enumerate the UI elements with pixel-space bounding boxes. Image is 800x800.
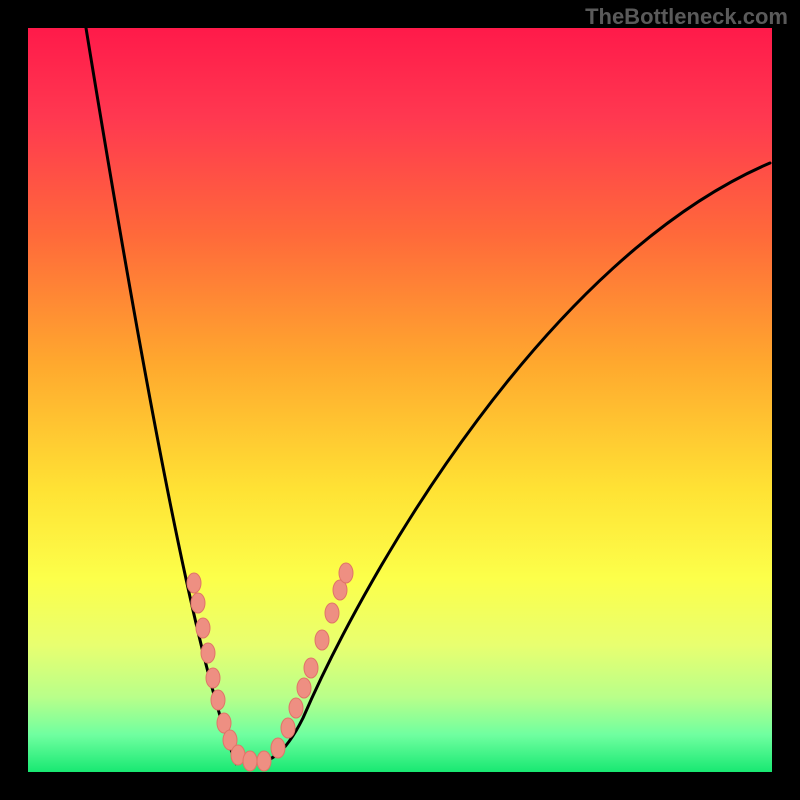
curve-marker	[243, 751, 257, 771]
curve-marker	[297, 678, 311, 698]
curve-marker	[191, 593, 205, 613]
curve-layer	[28, 28, 772, 772]
watermark-text: TheBottleneck.com	[585, 4, 788, 30]
curve-marker	[325, 603, 339, 623]
chart-root: TheBottleneck.com	[0, 0, 800, 800]
curve-marker	[281, 718, 295, 738]
curve-marker	[304, 658, 318, 678]
curve-marker	[315, 630, 329, 650]
curve-marker	[289, 698, 303, 718]
curve-marker	[211, 690, 225, 710]
curve-marker	[257, 751, 271, 771]
curve-marker	[187, 573, 201, 593]
curve-marker	[196, 618, 210, 638]
curve-marker	[271, 738, 285, 758]
curve-marker	[339, 563, 353, 583]
curve-marker	[201, 643, 215, 663]
plot-area	[28, 28, 772, 772]
curve-right	[250, 163, 770, 763]
curve-marker	[206, 668, 220, 688]
curve-left	[86, 28, 250, 763]
